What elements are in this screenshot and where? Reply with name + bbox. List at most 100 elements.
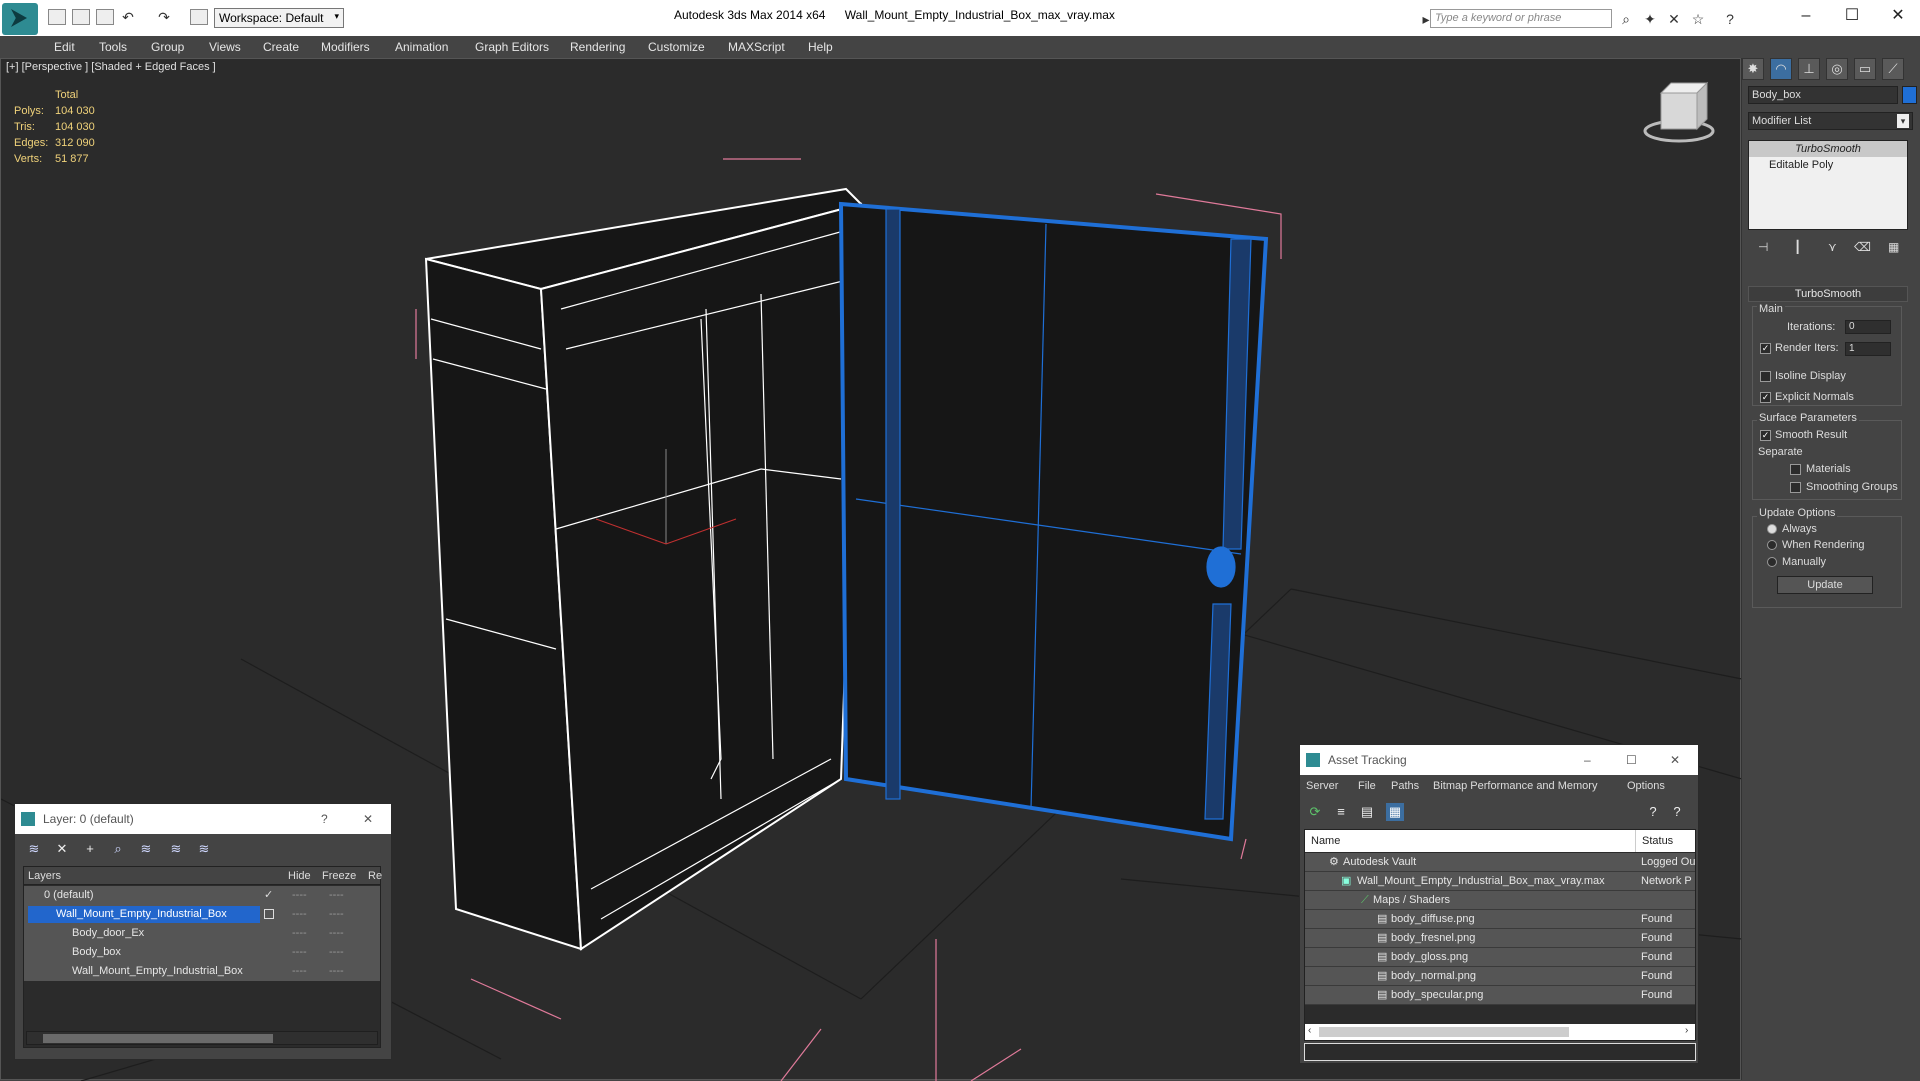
redo-icon[interactable]: ↷ <box>156 9 172 25</box>
subscription-icon[interactable]: ✦ <box>1642 11 1658 27</box>
tree-view-icon[interactable]: ▤ <box>1358 803 1376 821</box>
iterations-spinner[interactable]: 0 <box>1845 320 1891 334</box>
asset-row[interactable]: ▤ body_normal.png Found <box>1305 967 1695 986</box>
add-to-layer-icon[interactable]: + <box>81 840 99 858</box>
menu-rendering[interactable]: Rendering <box>570 40 625 54</box>
layer-row[interactable]: Wall_Mount_Empty_Industrial_Box ---- ---… <box>24 905 380 924</box>
column-divider[interactable] <box>1635 830 1636 852</box>
column-status[interactable]: Status <box>1642 835 1673 847</box>
menu-edit[interactable]: Edit <box>54 40 75 54</box>
column-layers[interactable]: Layers <box>28 870 61 882</box>
render-iters-checkbox[interactable]: ✓ <box>1760 343 1771 354</box>
scrollbar-thumb[interactable] <box>43 1034 273 1043</box>
freeze-toggle[interactable]: ---- <box>329 943 344 962</box>
show-end-result-icon[interactable]: ┃ <box>1794 240 1801 254</box>
create-layer-icon[interactable]: ≋ <box>25 840 43 858</box>
minimize-icon[interactable]: – <box>1584 745 1591 775</box>
create-tab-icon[interactable]: ✸ <box>1742 58 1764 80</box>
turbosmooth-rollout-header[interactable]: TurboSmooth <box>1748 286 1908 302</box>
display-tab-icon[interactable]: ▭ <box>1854 58 1876 80</box>
hide-toggle[interactable]: ---- <box>292 962 307 981</box>
menu-help[interactable]: Help <box>808 40 833 54</box>
asset-window-titlebar[interactable]: Asset Tracking – ☐ ✕ <box>1300 745 1698 775</box>
hide-all-icon[interactable]: ≋ <box>167 840 185 858</box>
layer-row[interactable]: Body_box ---- ---- <box>24 943 380 962</box>
select-objects-icon[interactable]: ⌕ <box>109 840 127 858</box>
freeze-toggle[interactable]: ---- <box>329 886 344 905</box>
make-unique-icon[interactable]: ⋎ <box>1828 240 1837 254</box>
hide-toggle[interactable]: ---- <box>292 924 307 943</box>
scroll-left-icon[interactable]: ‹ <box>1308 1025 1311 1036</box>
menu-maxscript[interactable]: MAXScript <box>728 40 785 54</box>
asset-row[interactable]: ▤ body_specular.png Found <box>1305 986 1695 1005</box>
communication-icon[interactable]: ✕ <box>1666 11 1682 27</box>
asset-row[interactable]: ▤ body_fresnel.png Found <box>1305 929 1695 948</box>
motion-tab-icon[interactable]: ◎ <box>1826 58 1848 80</box>
freeze-toggle[interactable]: ---- <box>329 924 344 943</box>
update-button[interactable]: Update <box>1777 576 1873 594</box>
asset-row[interactable]: ⚙ Autodesk Vault Logged Ou <box>1305 853 1695 872</box>
utilities-tab-icon[interactable]: ⟋ <box>1882 58 1904 80</box>
close-icon[interactable]: ✕ <box>1878 6 1918 28</box>
asset-row[interactable]: ▤ body_gloss.png Found <box>1305 948 1695 967</box>
save-file-icon[interactable] <box>96 9 114 25</box>
maximize-icon[interactable]: ☐ <box>1832 6 1872 28</box>
remove-modifier-icon[interactable]: ⌫ <box>1854 240 1871 254</box>
stack-item-editable-poly[interactable]: Editable Poly <box>1749 157 1907 173</box>
undo-icon[interactable]: ↶ <box>120 9 136 25</box>
render-iters-spinner[interactable]: 1 <box>1845 342 1891 356</box>
help-icon[interactable]: ? <box>1644 803 1662 821</box>
new-file-icon[interactable] <box>48 9 66 25</box>
smooth-result-checkbox[interactable]: ✓ <box>1760 430 1771 441</box>
modifier-list-dropdown[interactable]: Modifier List ▾ <box>1748 112 1913 130</box>
highlight-layer-icon[interactable]: ≋ <box>137 840 155 858</box>
current-layer-box-icon[interactable] <box>264 909 274 919</box>
column-hide[interactable]: Hide <box>288 870 311 882</box>
layer-window-titlebar[interactable]: Layer: 0 (default) ? ✕ <box>15 804 391 834</box>
asset-menu-server[interactable]: Server <box>1306 780 1338 792</box>
manually-radio[interactable] <box>1767 557 1777 567</box>
menu-tools[interactable]: Tools <box>99 40 127 54</box>
viewport-label[interactable]: [+] [Perspective ] [Shaded + Edged Faces… <box>6 61 216 73</box>
layer-row[interactable]: Wall_Mount_Empty_Industrial_Box ---- ---… <box>24 962 380 981</box>
asset-menu-paths[interactable]: Paths <box>1391 780 1419 792</box>
hide-toggle[interactable]: ---- <box>292 905 307 924</box>
search-input[interactable]: Type a keyword or phrase <box>1430 9 1612 28</box>
favorites-icon[interactable]: ☆ <box>1690 11 1706 27</box>
hierarchy-tab-icon[interactable]: ⊥ <box>1798 58 1820 80</box>
layer-row[interactable]: 0 (default) ✓ ---- ---- <box>24 886 380 905</box>
object-color-swatch[interactable] <box>1902 86 1917 104</box>
menu-create[interactable]: Create <box>263 40 299 54</box>
delete-layer-icon[interactable]: ✕ <box>53 840 71 858</box>
layer-row[interactable]: Body_door_Ex ---- ---- <box>24 924 380 943</box>
list-view-icon[interactable]: ≡ <box>1332 803 1350 821</box>
app-menu-icon[interactable] <box>2 3 38 35</box>
hide-toggle[interactable]: ---- <box>292 886 307 905</box>
hide-toggle[interactable]: ---- <box>292 943 307 962</box>
workspace-dropdown[interactable]: Workspace: Default ▾ <box>214 8 344 28</box>
project-folder-icon[interactable] <box>190 9 208 25</box>
asset-row[interactable]: ▤ body_diffuse.png Found <box>1305 910 1695 929</box>
minimize-icon[interactable]: – <box>1786 6 1826 28</box>
modify-tab-icon[interactable]: ◠ <box>1770 58 1792 80</box>
asset-row[interactable]: ⟋ Maps / Shaders <box>1305 891 1695 910</box>
close-icon[interactable]: ✕ <box>363 804 373 834</box>
when-rendering-radio[interactable] <box>1767 540 1777 550</box>
column-freeze[interactable]: Freeze <box>322 870 356 882</box>
menu-customize[interactable]: Customize <box>648 40 705 54</box>
binoculars-icon[interactable]: ⌕ <box>1618 11 1634 27</box>
menu-graph-editors[interactable]: Graph Editors <box>475 40 549 54</box>
freeze-toggle[interactable]: ---- <box>329 905 344 924</box>
asset-menu-options[interactable]: Options <box>1627 780 1665 792</box>
help-icon[interactable]: ? <box>321 804 328 834</box>
menu-group[interactable]: Group <box>151 40 184 54</box>
always-radio[interactable] <box>1767 524 1777 534</box>
context-help-icon[interactable]: ? <box>1668 803 1686 821</box>
menu-modifiers[interactable]: Modifiers <box>321 40 370 54</box>
horizontal-scrollbar[interactable] <box>26 1031 378 1045</box>
menu-views[interactable]: Views <box>209 40 241 54</box>
object-name-input[interactable]: Body_box <box>1748 86 1898 104</box>
configure-sets-icon[interactable]: ▦ <box>1888 240 1899 254</box>
close-icon[interactable]: ✕ <box>1670 745 1680 775</box>
scroll-right-icon[interactable]: › <box>1685 1025 1688 1036</box>
